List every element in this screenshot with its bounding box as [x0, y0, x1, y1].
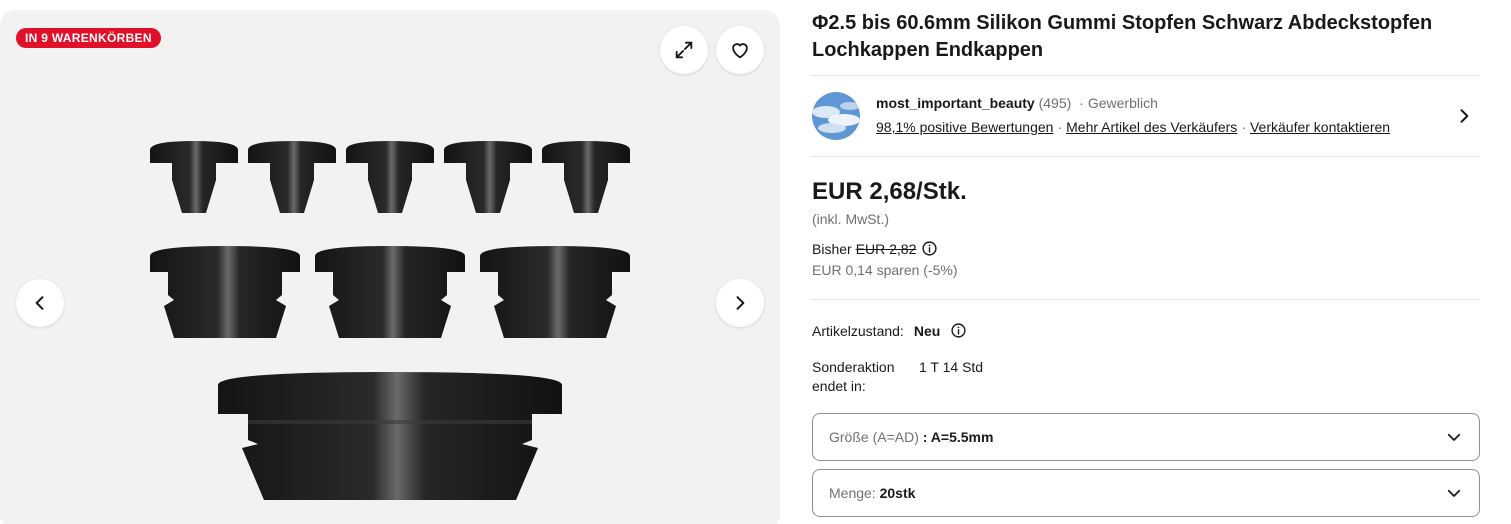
- size-select-value: : A=5.5mm: [922, 429, 994, 445]
- info-icon[interactable]: [950, 322, 967, 339]
- quantity-select-value: 20stk: [879, 485, 916, 501]
- heart-icon: [732, 43, 748, 59]
- seller-links: 98,1% positive Bewertungen · Mehr Artikel …: [876, 119, 1390, 135]
- image-gallery: IN 9 WARENKÖRBEN: [0, 10, 780, 524]
- divider: [812, 299, 1480, 300]
- chevron-down-icon: [1447, 433, 1461, 441]
- seller-feedback-count: (495): [1038, 95, 1072, 111]
- size-select[interactable]: Größe (A=AD) : A=5.5mm: [812, 413, 1480, 461]
- chevron-left-icon: [35, 296, 44, 310]
- positive-feedback-link[interactable]: 98,1% positive Bewertungen: [876, 119, 1053, 135]
- separator-dot: ·: [1057, 119, 1063, 135]
- separator-dot: ·: [1079, 95, 1084, 111]
- large-stopper: [218, 372, 562, 500]
- seller-avatar[interactable]: [812, 92, 860, 140]
- condition-label: Artikelzustand:: [812, 322, 904, 339]
- previous-price-label: Bisher: [812, 240, 852, 257]
- quantity-select[interactable]: Menge: 20stk: [812, 469, 1480, 517]
- expand-image-button[interactable]: [660, 26, 708, 74]
- more-items-link[interactable]: Mehr Artikel des Verkäufers: [1066, 119, 1237, 135]
- condition-value: Neu: [913, 322, 941, 339]
- product-title: Φ2.5 bis 60.6mm Silikon Gummi Stopfen Sc…: [812, 12, 1433, 61]
- expand-icon: [675, 41, 693, 59]
- separator-dot: ·: [1241, 119, 1246, 135]
- add-to-watchlist-button[interactable]: [716, 26, 764, 74]
- divider: [812, 75, 1480, 76]
- chevron-down-icon: [1447, 489, 1461, 497]
- cart-count-badge: IN 9 WARENKÖRBEN: [16, 28, 161, 48]
- item-price: EUR 2,68/Stk.: [812, 178, 967, 205]
- contact-seller-link[interactable]: Verkäufer kontaktieren: [1250, 119, 1390, 135]
- previous-price-value: EUR 2,82: [855, 240, 917, 257]
- small-stopper: [346, 141, 434, 213]
- savings-text: EUR 0,14 sparen (-5%): [812, 262, 958, 278]
- small-stopper: [542, 141, 630, 213]
- vat-note: (inkl. MwSt.): [812, 211, 889, 227]
- medium-stopper: [480, 246, 630, 338]
- small-stopper: [248, 141, 336, 213]
- seller-type: Gewerblich: [1087, 95, 1158, 111]
- previous-price: Bisher EUR 2,82: [812, 240, 938, 257]
- next-image-button[interactable]: [716, 279, 764, 327]
- seller-name[interactable]: most_important_beauty: [876, 95, 1035, 111]
- chevron-right-icon[interactable]: [1454, 106, 1474, 126]
- small-stopper: [444, 141, 532, 213]
- medium-stopper: [150, 246, 300, 338]
- info-icon[interactable]: [921, 240, 938, 257]
- small-stopper: [150, 141, 238, 213]
- divider: [812, 156, 1480, 157]
- seller-header: most_important_beauty (495) · Gewerblich: [876, 95, 1158, 111]
- quantity-select-label: Menge:: [829, 485, 876, 501]
- item-condition: Artikelzustand: Neu: [812, 322, 967, 339]
- seller-card[interactable]: most_important_beauty (495) · Gewerblich …: [812, 90, 1480, 142]
- promotion-label: Sonderaktion endet in:: [812, 359, 895, 394]
- chevron-right-icon: [736, 296, 745, 310]
- promotion-countdown: 1 T 14 Std: [919, 359, 984, 375]
- size-select-label: Größe (A=AD): [829, 429, 919, 445]
- product-image[interactable]: [140, 126, 640, 516]
- previous-image-button[interactable]: [16, 279, 64, 327]
- medium-stopper: [315, 246, 465, 338]
